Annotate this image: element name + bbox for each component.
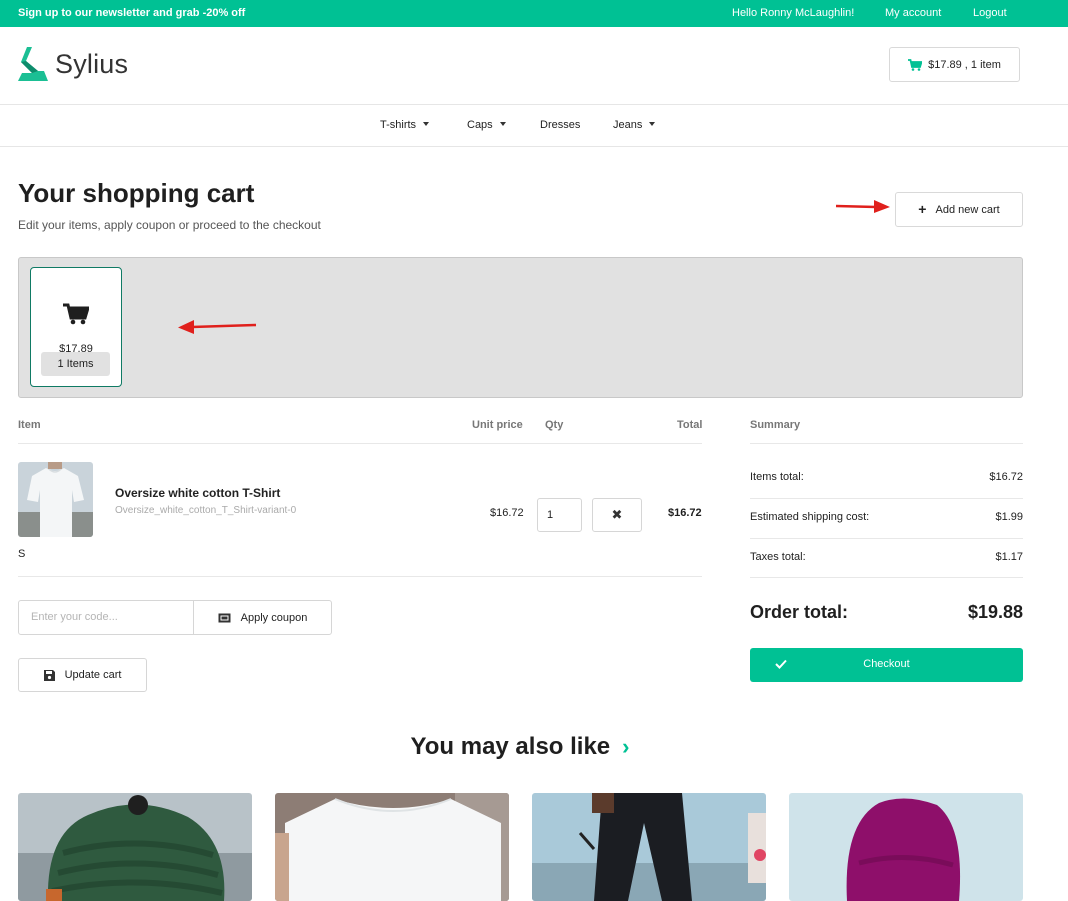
caret-down-icon [649,122,656,127]
cart-icon [63,303,89,325]
summary-value: $16.72 [989,471,1023,483]
sylius-logo-icon [18,47,48,81]
order-total-value: $19.88 [967,602,1023,622]
ticket-icon [218,613,231,622]
summary-label: Taxes total: [750,551,806,563]
summary-label: Estimated shipping cost: [750,511,870,523]
page-title: Your shopping cart [18,178,255,208]
nav-item-label: Dresses [540,119,581,131]
recommendations-heading[interactable]: You may also like › [0,733,1040,761]
order-total-label: Order total: [750,602,849,622]
update-cart-label: Update cart [64,669,122,681]
divider [18,576,702,577]
product-image [789,793,1023,901]
recommended-product-card[interactable] [18,793,252,901]
checkout-label: Checkout [863,658,910,670]
product-image [18,462,93,537]
add-new-cart-label: Add new cart [935,203,1000,216]
summary-value: $1.99 [995,511,1023,523]
nav-item-tshirts[interactable]: T-shirts [380,119,430,131]
product-image [18,793,252,901]
product-option-size: S [18,548,26,560]
nav-item-label: T-shirts [380,119,417,131]
checkout-button[interactable]: Checkout [750,648,1023,682]
recommended-product-card[interactable] [275,793,509,901]
recommended-product-card[interactable] [532,793,766,901]
col-header-qty: Qty [545,419,564,431]
divider [18,443,702,444]
summary-label: Items total: [750,471,804,483]
summary-shipping: Estimated shipping cost: $1.99 [750,511,1023,523]
order-total: Order total: $19.88 [750,602,1023,623]
nav-item-dresses[interactable]: Dresses [540,119,580,131]
annotation-arrow-right-icon [835,200,890,213]
logo-text: Sylius [55,48,129,79]
divider [750,498,1023,499]
product-variant-code: Oversize_white_cotton_T_Shirt-variant-0 [115,505,297,516]
product-thumbnail[interactable] [18,462,93,537]
newsletter-promo-link[interactable]: Sign up to our newsletter and grab -20% … [18,7,245,19]
page-subtitle: Edit your items, apply coupon or proceed… [18,218,321,232]
nav-item-jeans[interactable]: Jeans [613,119,656,131]
annotation-arrow-left-icon [178,320,257,334]
promo-bar: Sign up to our newsletter and grab -20% … [0,0,1068,27]
my-account-link[interactable]: My account [885,7,941,19]
add-new-cart-button[interactable]: + Add new cart [895,192,1023,227]
carts-list: $17.89 1 Items [18,257,1023,398]
remove-item-button[interactable]: ✖ [592,498,642,532]
divider [750,443,1023,444]
divider [750,577,1023,578]
apply-coupon-button[interactable]: Apply coupon [193,600,332,635]
logo[interactable]: Sylius [18,47,128,81]
plus-icon: + [918,200,927,217]
divider [750,538,1023,539]
close-icon: ✖ [611,507,623,522]
summary-heading: Summary [750,419,801,431]
logout-link[interactable]: Logout [973,7,1007,19]
save-icon [43,669,55,681]
product-image [275,793,509,901]
quantity-input[interactable]: 1 [537,498,582,532]
header-cart-summary: $17.89 , 1 item [928,58,1001,71]
product-image [532,793,766,901]
caret-down-icon [499,122,506,127]
cart-icon [908,58,923,71]
line-total: $16.72 [668,507,702,519]
summary-value: $1.17 [995,551,1023,563]
product-name-link[interactable]: Oversize white cotton T-Shirt [115,486,280,500]
caret-down-icon [423,122,430,127]
site-header: Sylius $17.89 , 1 item [0,27,1068,105]
col-header-total: Total [677,419,703,431]
cart-card-items: 1 Items [41,352,110,376]
apply-coupon-label: Apply coupon [240,611,308,624]
main-nav: T-shirts Caps Dresses Jeans [0,105,1068,147]
unit-price: $16.72 [490,507,524,519]
update-cart-button[interactable]: Update cart [18,658,147,692]
col-header-unit-price: Unit price [472,419,523,431]
summary-items-total: Items total: $16.72 [750,471,1023,483]
col-header-item: Item [18,419,41,431]
chevron-right-icon: › [622,734,630,759]
nav-item-label: Jeans [613,119,643,131]
nav-item-caps[interactable]: Caps [467,119,506,131]
summary-taxes: Taxes total: $1.17 [750,551,1023,563]
user-greeting: Hello Ronny McLaughlin! [732,7,855,19]
header-cart-button[interactable]: $17.89 , 1 item [889,47,1020,82]
recommendations-title: You may also like [410,733,611,760]
nav-item-label: Caps [467,119,493,131]
recommended-product-card[interactable] [789,793,1023,901]
cart-card[interactable]: $17.89 1 Items [30,267,122,387]
coupon-code-input[interactable]: Enter your code... [18,600,194,635]
